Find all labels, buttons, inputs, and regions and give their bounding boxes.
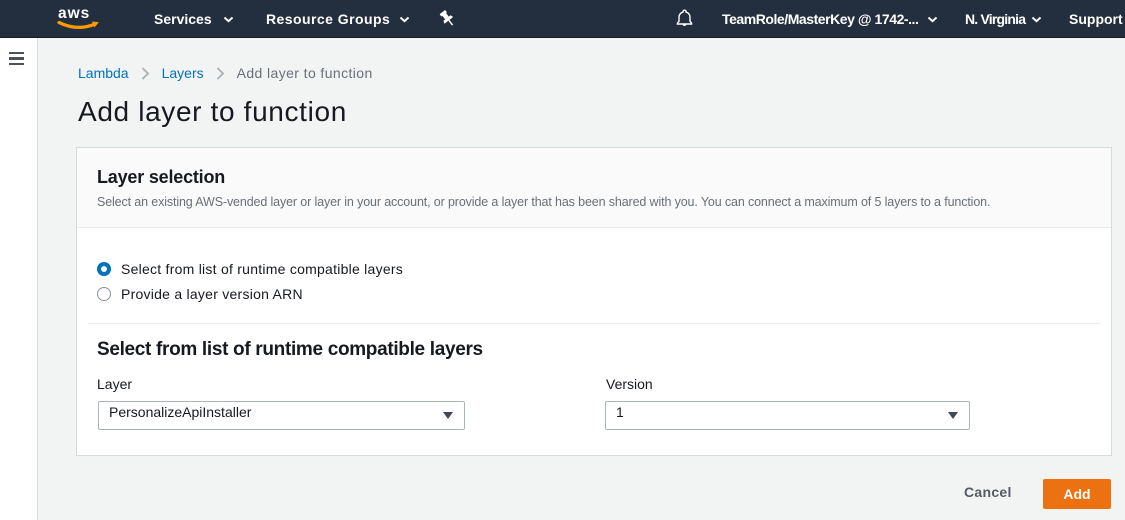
svg-text:aws: aws (58, 5, 90, 22)
